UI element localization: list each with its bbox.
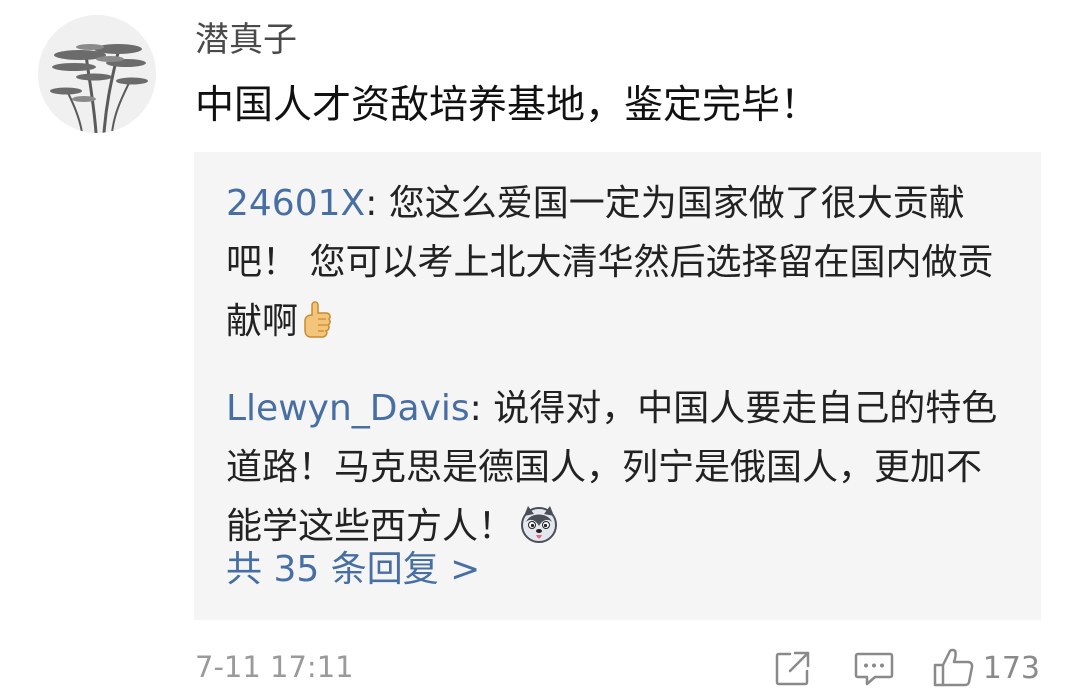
reply-item[interactable]: Llewyn_Davis: 说得对，中国人要走自己的特色道路！马克思是德国人，列… [226, 379, 1016, 562]
like-button[interactable]: 173 [931, 647, 1040, 689]
thumbs-up-icon [933, 648, 974, 687]
replies-panel: 24601X: 您这么爱国一定为国家做了很大贡献吧！ 您可以考上北大清华然后选择… [194, 152, 1041, 620]
reply-author[interactable]: 24601X [226, 183, 365, 224]
comment-username[interactable]: 潜真子 [195, 16, 297, 64]
thumbs-up-emoji-icon [302, 298, 332, 357]
reply-separator: : [365, 183, 389, 224]
share-icon [775, 651, 809, 686]
share-button[interactable] [773, 648, 813, 688]
more-replies-link[interactable]: 共 35 条回复 > [226, 542, 480, 598]
reply-author[interactable]: Llewyn_Davis [226, 388, 470, 429]
reply-separator: : [469, 388, 494, 429]
reply-item[interactable]: 24601X: 您这么爱国一定为国家做了很大贡献吧！ 您可以考上北大清华然后选择… [226, 174, 1016, 357]
comment-actions: 173 [773, 644, 1040, 692]
comment-icon [854, 652, 893, 686]
comment-timestamp: 7-11 17:11 [195, 650, 354, 684]
comment-card: 潜真子 中国人才资敌培养基地，鉴定完毕！ 24601X: 您这么爱国一定为国家做… [0, 0, 1080, 696]
husky-dog-emoji-icon [518, 503, 560, 562]
reply-button[interactable] [853, 648, 895, 688]
user-avatar[interactable] [38, 15, 156, 133]
ink-tree-painting-icon [38, 15, 156, 133]
comment-text: 中国人才资敌培养基地，鉴定完毕！ [195, 83, 820, 128]
like-count: 173 [982, 650, 1040, 686]
